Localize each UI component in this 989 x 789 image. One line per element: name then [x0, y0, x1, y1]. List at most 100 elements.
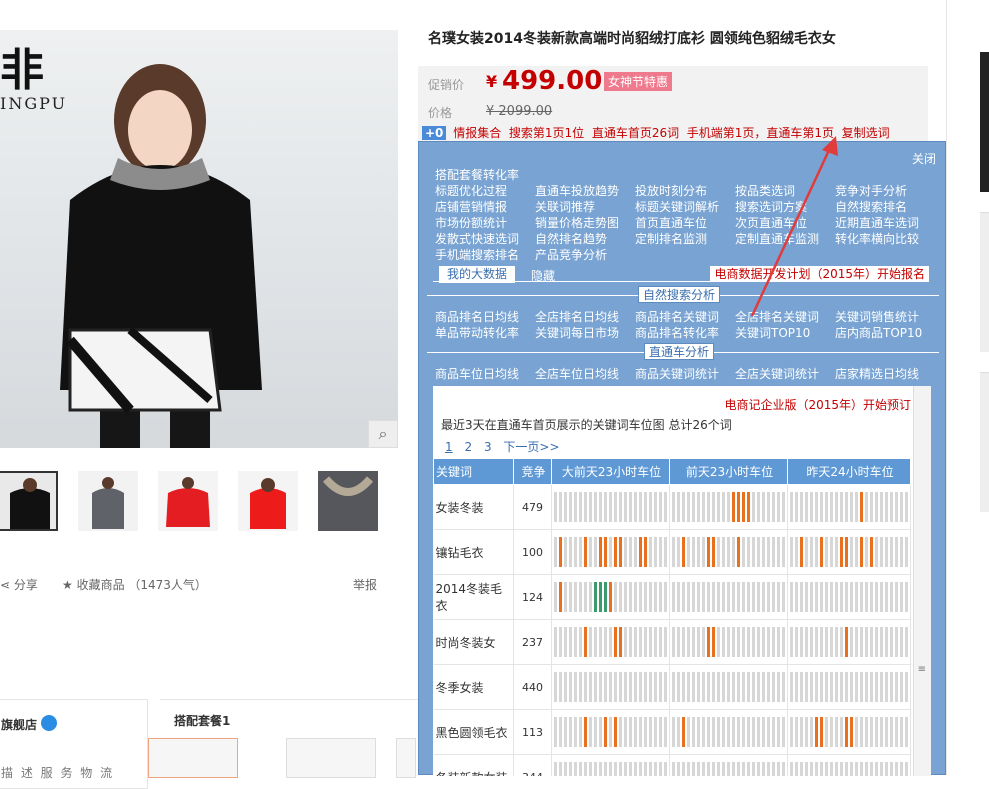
zoom-icon[interactable]: ⌕ — [368, 420, 398, 448]
link-combo-conversion[interactable]: 搭配套餐转化率 — [435, 166, 519, 183]
link-item-rank-avg[interactable]: 商品排名日均线 — [435, 308, 519, 325]
combo-item-2[interactable] — [286, 738, 376, 778]
slot-bar — [859, 717, 863, 747]
next-page[interactable]: 下一页>> — [503, 440, 559, 454]
slot-bar — [819, 537, 823, 567]
link-title-optimize[interactable]: 标题优化过程 — [435, 182, 507, 199]
row-keyword[interactable]: 时尚冬装女 — [433, 619, 515, 665]
link-sales-price[interactable]: 销量价格走势图 — [535, 214, 619, 231]
slot-bar — [839, 717, 843, 747]
page-1[interactable]: 1 — [445, 440, 453, 454]
slot-bar — [761, 717, 765, 747]
side-product-2[interactable] — [980, 212, 989, 352]
link-item-kw-stats[interactable]: 商品关键词统计 — [635, 365, 719, 382]
combo-item-1[interactable] — [148, 738, 238, 778]
slot-bar — [553, 762, 557, 776]
slot-bar — [623, 672, 627, 702]
slot-bar — [889, 627, 893, 657]
row-keyword[interactable]: 冬季女装 — [433, 664, 515, 710]
slot-bar — [663, 582, 667, 612]
page-3[interactable]: 3 — [484, 440, 492, 454]
link-shop-kw-stats[interactable]: 全店关键词统计 — [735, 365, 819, 382]
thumbnail-4[interactable] — [238, 471, 298, 531]
share-button[interactable]: ⋖ 分享 — [0, 576, 38, 593]
slot-bar — [578, 627, 582, 657]
link-time-dist[interactable]: 投放时刻分布 — [635, 182, 707, 199]
link-ztc-trend[interactable]: 直通车投放趋势 — [535, 182, 619, 199]
link-mobile-rank[interactable]: 手机端搜索排名 — [435, 246, 519, 263]
main-product-image[interactable]: 非 INGPU ⌕ — [0, 30, 398, 448]
slot-bar — [824, 672, 828, 702]
link-kw-daily-market[interactable]: 关键词每日市场 — [535, 324, 619, 341]
side-product-3[interactable] — [980, 372, 989, 512]
plugin-icon[interactable]: +0 — [422, 126, 447, 140]
thumbnail-3[interactable] — [158, 471, 218, 531]
link-item-rank-conv[interactable]: 商品排名转化率 — [635, 324, 719, 341]
slot-bar — [681, 717, 685, 747]
link-fast-words[interactable]: 发散式快速选词 — [435, 230, 519, 247]
enterprise-promo[interactable]: 电商记企业版（2015年）开始预订 — [724, 396, 911, 413]
slot-bar — [731, 627, 735, 657]
side-product-1[interactable] — [980, 52, 989, 192]
info-item-search[interactable]: 搜索第1页1位 — [509, 126, 584, 140]
link-market-share[interactable]: 市场份额统计 — [435, 214, 507, 231]
report-link[interactable]: 举报 — [353, 576, 377, 593]
row-keyword[interactable]: 女装冬装 — [433, 484, 515, 530]
slot-bar — [623, 537, 627, 567]
slot-bar — [676, 582, 680, 612]
slot-bar — [721, 717, 725, 747]
row-keyword[interactable]: 2014冬装毛衣 — [433, 574, 515, 620]
tab-my-data[interactable]: 我的大数据 — [439, 266, 516, 283]
slot-bar — [741, 717, 745, 747]
favorite-button[interactable]: ★ 收藏商品 （1473人气） — [62, 576, 207, 593]
thumbnail-2[interactable] — [78, 471, 138, 531]
scroll-grip-icon[interactable]: ≡ — [918, 664, 926, 675]
slot-bar — [648, 582, 652, 612]
row-keyword[interactable]: 黑色圆领毛衣 — [433, 709, 515, 755]
info-item-summary[interactable]: 情报集合 — [453, 126, 501, 140]
row-keyword[interactable]: 镶钻毛衣 — [433, 529, 515, 575]
slot-bar — [894, 537, 898, 567]
thumbnail-1[interactable] — [0, 471, 58, 531]
link-shop-rank-avg[interactable]: 全店排名日均线 — [535, 308, 619, 325]
slot-bar — [568, 627, 572, 657]
link-home-ztc[interactable]: 首页直通车位 — [635, 214, 707, 231]
slot-bar — [741, 762, 745, 776]
link-shop-marketing[interactable]: 店铺营销情报 — [435, 198, 507, 215]
slot-bar — [633, 492, 637, 522]
row-competition: 100 — [513, 529, 552, 575]
info-item-ztc[interactable]: 直通车首页26词 — [592, 126, 679, 140]
slot-bar — [746, 582, 750, 612]
slot-bar — [814, 492, 818, 522]
slot-bar — [691, 537, 695, 567]
link-product-competition[interactable]: 产品竞争分析 — [535, 246, 607, 263]
tab-hide[interactable]: 隐藏 — [531, 267, 555, 284]
slot-cell — [669, 484, 788, 530]
link-natural-trend[interactable]: 自然排名趋势 — [535, 230, 607, 247]
link-featured-avg[interactable]: 店家精选日均线 — [835, 365, 919, 382]
slot-bar — [839, 627, 843, 657]
link-item-slot-avg[interactable]: 商品车位日均线 — [435, 365, 519, 382]
combo-item-3[interactable] — [396, 738, 416, 778]
link-item-rank-kw[interactable]: 商品排名关键词 — [635, 308, 719, 325]
slot-bar — [746, 717, 750, 747]
close-button[interactable]: 关闭 — [912, 150, 936, 167]
slot-bar — [854, 672, 858, 702]
slot-bar — [671, 537, 675, 567]
slot-bar — [814, 582, 818, 612]
link-related-words[interactable]: 关联词推荐 — [535, 198, 595, 215]
slot-bar — [849, 762, 853, 776]
slot-bar — [598, 537, 602, 567]
slot-bar — [691, 582, 695, 612]
scrollbar[interactable]: ≡ — [913, 386, 931, 776]
thumbnail-5[interactable] — [318, 471, 378, 531]
page-2[interactable]: 2 — [464, 440, 472, 454]
link-shop-slot-avg[interactable]: 全店车位日均线 — [535, 365, 619, 382]
link-title-keywords[interactable]: 标题关键词解析 — [635, 198, 719, 215]
slot-bar — [894, 762, 898, 776]
slot-bar — [809, 762, 813, 776]
row-keyword[interactable]: 冬装新款女装 — [433, 754, 515, 776]
link-custom-rank[interactable]: 定制排名监测 — [635, 230, 707, 247]
slot-bar — [766, 717, 770, 747]
link-item-conversion[interactable]: 单品带动转化率 — [435, 324, 519, 341]
